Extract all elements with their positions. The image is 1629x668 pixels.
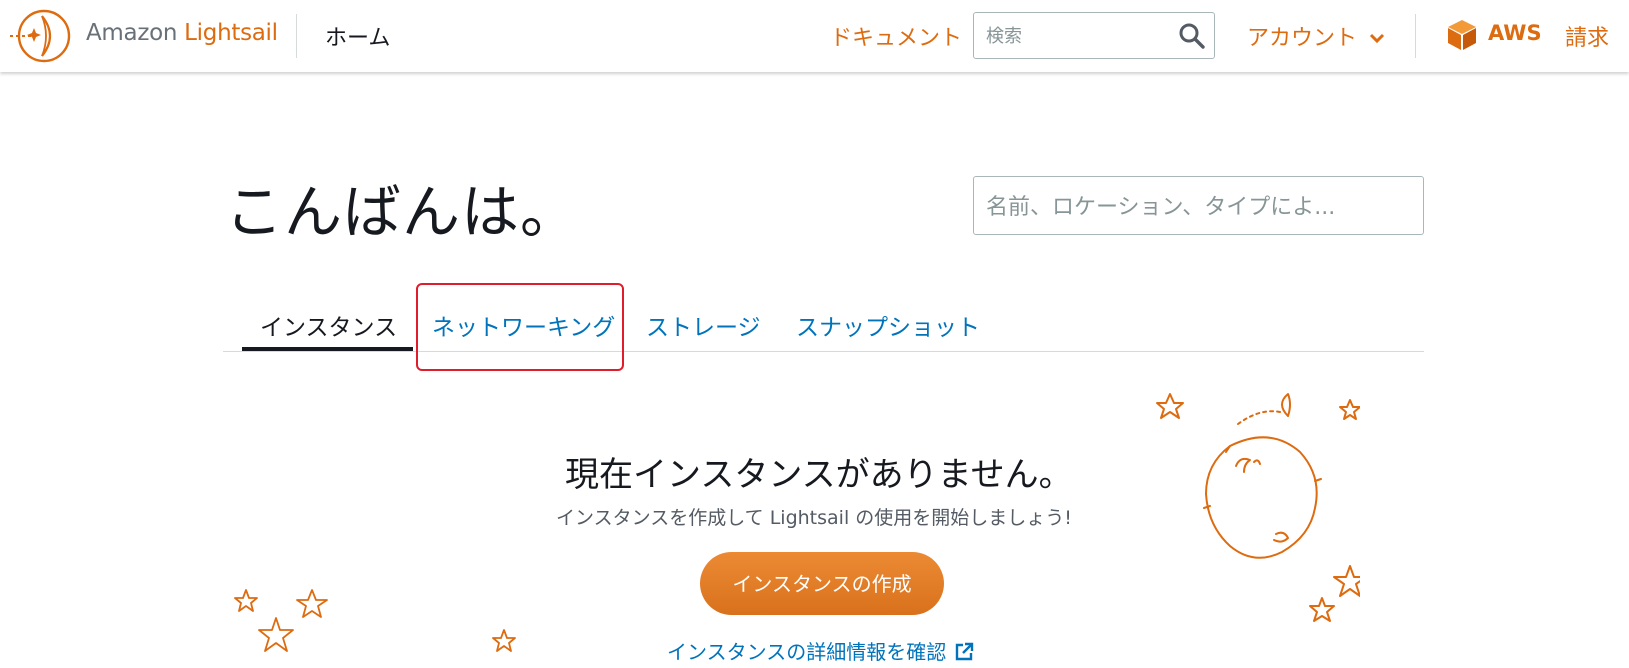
star-icon: [234, 589, 328, 652]
aws-cube-icon[interactable]: [1446, 18, 1478, 52]
billing-link[interactable]: 請求: [1565, 20, 1609, 52]
header-search-input[interactable]: [984, 22, 1178, 50]
home-link[interactable]: ホーム: [325, 20, 390, 52]
learn-more-link[interactable]: インスタンスの詳細情報を確認: [667, 636, 946, 665]
tab-snapshots[interactable]: スナップショット: [796, 308, 980, 342]
lightsail-logo-icon[interactable]: [6, 6, 72, 66]
tab-instances[interactable]: インスタンス: [260, 308, 397, 342]
account-menu[interactable]: アカウント: [1247, 20, 1357, 52]
empty-state-title: 現在インスタンスがありません。: [565, 455, 1073, 495]
search-icon[interactable]: [1178, 22, 1206, 50]
create-instance-button[interactable]: インスタンスの作成: [700, 552, 944, 615]
brand-name: Lightsail: [184, 20, 278, 46]
chevron-down-icon[interactable]: [1369, 32, 1385, 44]
tab-storage[interactable]: ストレージ: [646, 308, 761, 342]
external-link-icon[interactable]: [954, 642, 974, 662]
resource-filter-input[interactable]: [984, 191, 1413, 223]
documentation-link[interactable]: ドキュメント: [830, 20, 962, 52]
tabs-divider: [223, 351, 1424, 352]
empty-state-subtitle: インスタンスを作成して Lightsail の使用を開始しましょう!: [556, 507, 1072, 529]
brand-title[interactable]: Amazon Lightsail: [86, 20, 278, 46]
aws-console-link[interactable]: AWS: [1488, 21, 1542, 45]
brand-prefix: Amazon: [86, 20, 178, 46]
divider: [296, 14, 297, 58]
header-search[interactable]: [973, 12, 1215, 59]
top-navigation-bar: Amazon Lightsail ホーム ドキュメント アカウント AWS 請求: [0, 0, 1629, 72]
divider: [1415, 14, 1416, 58]
page-greeting: こんばんは。: [225, 178, 580, 246]
planet-icon: [1156, 393, 1360, 622]
star-icon: [492, 629, 516, 652]
networking-tab-highlight: [416, 283, 624, 371]
resource-filter[interactable]: [973, 176, 1424, 235]
